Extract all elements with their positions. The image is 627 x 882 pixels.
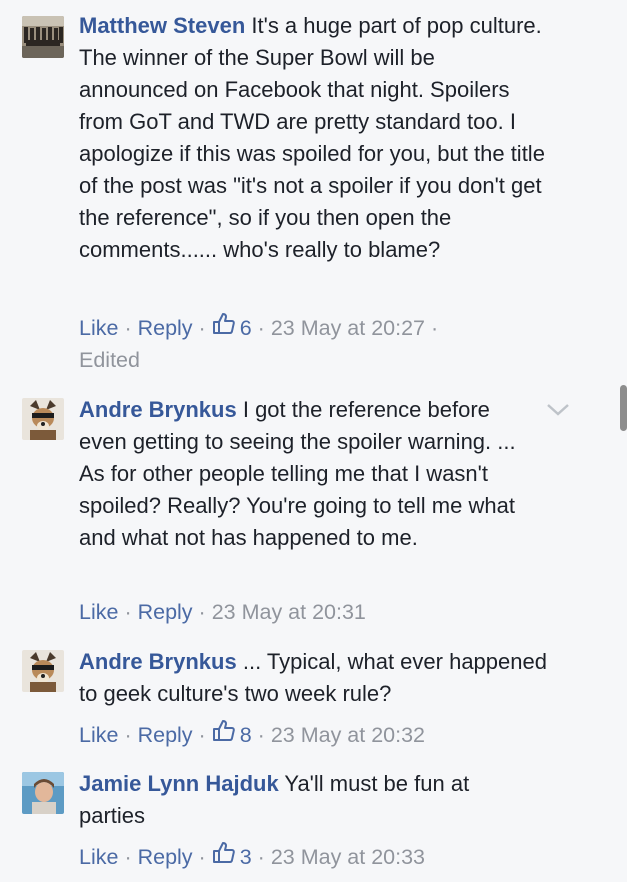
edited-label[interactable]: Edited <box>79 348 140 372</box>
chevron-down-icon[interactable] <box>545 402 571 423</box>
separator: · <box>198 723 206 747</box>
reaction-count[interactable]: 6 <box>212 311 252 344</box>
comment-actions: Like · Reply · 8 · 23 May at 20:32 <box>79 718 425 751</box>
commenter-avatar[interactable] <box>22 16 64 58</box>
comment-body: Andre Brynkus ... Typical, what ever hap… <box>79 646 549 710</box>
comment-timestamp[interactable]: 23 May at 20:27 <box>271 316 425 340</box>
reaction-count[interactable]: 3 <box>212 840 252 873</box>
like-link[interactable]: Like <box>79 600 118 624</box>
separator: · <box>257 845 265 869</box>
comment-body: Matthew Steven It's a huge part of pop c… <box>79 10 549 266</box>
thumbs-up-icon <box>212 311 236 344</box>
comment-actions: Like · Reply · 23 May at 20:31 <box>79 596 366 628</box>
comment-timestamp[interactable]: 23 May at 20:32 <box>271 723 425 747</box>
comment-author[interactable]: Andre Brynkus <box>79 649 237 674</box>
comment-author[interactable]: Andre Brynkus <box>79 397 237 422</box>
comment-body: Jamie Lynn Hajduk Ya'll must be fun at p… <box>79 768 519 832</box>
separator: · <box>198 845 206 869</box>
comment-author[interactable]: Jamie Lynn Hajduk <box>79 771 279 796</box>
reply-link[interactable]: Reply <box>138 600 193 624</box>
separator: · <box>257 723 265 747</box>
scrollbar-thumb[interactable] <box>620 385 627 431</box>
separator: · <box>124 845 132 869</box>
reply-link[interactable]: Reply <box>138 316 193 340</box>
comment-text: It's a huge part of pop culture. The win… <box>79 13 545 262</box>
comment-timestamp[interactable]: 23 May at 20:31 <box>212 600 366 624</box>
like-link[interactable]: Like <box>79 845 118 869</box>
commenter-avatar[interactable] <box>22 398 64 440</box>
separator: · <box>124 723 132 747</box>
thumbs-up-icon <box>212 840 236 873</box>
commenter-avatar[interactable] <box>22 772 64 814</box>
separator: · <box>257 316 265 340</box>
commenter-avatar[interactable] <box>22 650 64 692</box>
thumbs-up-icon <box>212 718 236 751</box>
separator: · <box>124 600 132 624</box>
separator: · <box>124 316 132 340</box>
reply-link[interactable]: Reply <box>138 723 193 747</box>
reply-link[interactable]: Reply <box>138 845 193 869</box>
separator: · <box>198 600 206 624</box>
separator: · <box>430 316 439 340</box>
comment-body: Andre Brynkus I got the reference before… <box>79 394 541 554</box>
comment-actions: Like · Reply · 6 · 23 May at 20:27 · Edi… <box>79 311 549 376</box>
reaction-count[interactable]: 8 <box>212 718 252 751</box>
comment-actions: Like · Reply · 3 · 23 May at 20:33 <box>79 840 425 873</box>
separator: · <box>198 316 206 340</box>
comment-timestamp[interactable]: 23 May at 20:33 <box>271 845 425 869</box>
comment-author[interactable]: Matthew Steven <box>79 13 245 38</box>
like-link[interactable]: Like <box>79 316 118 340</box>
like-link[interactable]: Like <box>79 723 118 747</box>
